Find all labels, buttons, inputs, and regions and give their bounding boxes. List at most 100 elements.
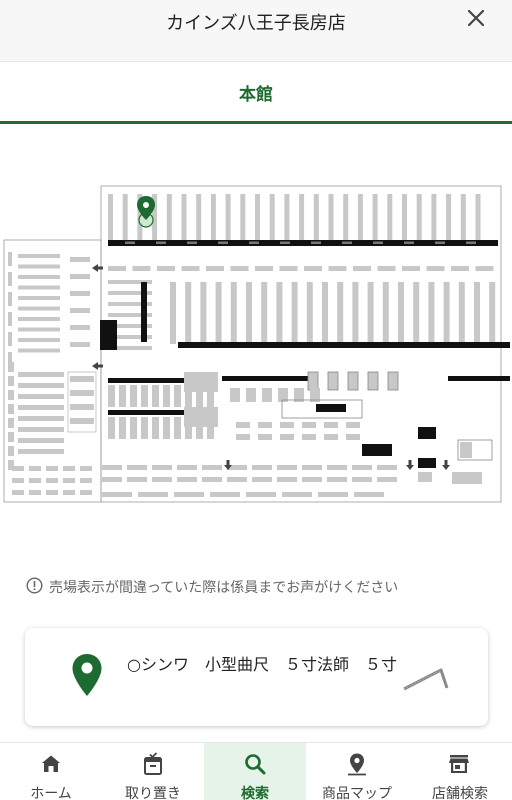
floor-map[interactable]: [0, 182, 512, 507]
notice: 売場表示が間違っていた際は係員までお声がけください: [26, 575, 496, 597]
map-shelf: [230, 388, 240, 402]
map-shelf: [202, 477, 222, 482]
map-shelf: [18, 327, 60, 332]
tab-main-building[interactable]: 本館: [0, 62, 512, 124]
map-shelf: [119, 417, 126, 439]
map-shelf: [8, 292, 12, 306]
map-shelf: [475, 194, 481, 240]
map-shelf: [163, 385, 170, 407]
map-shelf: [377, 477, 397, 482]
map-shelf: [18, 306, 60, 311]
map-shelf: [70, 404, 94, 410]
map-shelf: [122, 194, 128, 240]
map-shelf: [157, 266, 175, 271]
map-shelf: [102, 465, 122, 470]
map-shelf: [130, 385, 137, 407]
map-shelf: [8, 376, 14, 386]
map-shelf: [18, 427, 64, 432]
map-shelf: [29, 466, 41, 471]
map-shelf: [280, 422, 294, 428]
floor-map-svg: [3, 185, 510, 503]
nav-label: 取り置き: [125, 786, 181, 800]
map-fixture: [367, 371, 379, 391]
map-shelf: [225, 194, 231, 240]
product-name: ○シンワ 小型曲尺 ５寸法師 ５寸: [127, 655, 397, 674]
map-shelf: [236, 422, 250, 428]
map-fixture: [387, 371, 399, 391]
map-shelf: [413, 282, 420, 344]
map-shelf: [174, 385, 181, 407]
tab-underline: [0, 121, 512, 124]
map-shelf: [277, 477, 297, 482]
map-shelf: [304, 266, 322, 271]
map-counter: [184, 407, 218, 427]
map-shelf: [18, 275, 60, 279]
nav-search[interactable]: 検索: [204, 743, 306, 800]
product-card[interactable]: ○シンワ 小型曲尺 ５寸法師 ５寸: [25, 628, 488, 726]
map-aisle-label: [218, 241, 228, 244]
map-shelf: [377, 266, 396, 271]
nav-store-search[interactable]: 店舗検索: [408, 743, 512, 800]
tab-label: 本館: [239, 85, 273, 105]
map-pin-icon: [348, 753, 366, 776]
map-aisle-label: [187, 241, 197, 244]
map-shelf: [63, 490, 75, 495]
map-shelf: [29, 490, 41, 495]
map-shelf: [252, 477, 272, 482]
map-shelf: [70, 308, 90, 313]
map-shelf: [398, 282, 404, 344]
map-shelf: [63, 478, 75, 483]
map-west-wing-wall: [3, 239, 102, 503]
map-shelf: [416, 194, 422, 240]
map-signboard: [418, 458, 436, 468]
nav-home[interactable]: ホーム: [0, 743, 102, 800]
map-shelf: [12, 466, 24, 471]
direction-arrow-icon: [442, 460, 450, 470]
header: カインズ八王子長房店: [0, 0, 512, 62]
map-shelf: [258, 434, 272, 440]
nav-reserve[interactable]: 取り置き: [102, 743, 204, 800]
notice-text: 売場表示が間違っていた際は係員までお声がけください: [49, 580, 399, 596]
nav-label: 店舗検索: [432, 786, 488, 800]
map-shelf: [18, 338, 60, 342]
nav-product-map[interactable]: 商品マップ: [306, 743, 408, 800]
map-shelf: [402, 266, 420, 271]
map-shelf: [324, 422, 338, 428]
map-aisle-band: [448, 376, 510, 381]
map-aisle-label: [311, 241, 321, 244]
map-shelf: [377, 465, 397, 470]
map-shapes: [3, 185, 510, 503]
map-aisle-band: [178, 342, 510, 348]
map-shelf: [206, 266, 224, 271]
map-shelf: [80, 466, 92, 471]
map-shelf: [227, 477, 247, 482]
map-shelf: [240, 194, 246, 240]
bottom-nav: ホーム 取り置き 検索 商品マップ 店舗検索: [0, 742, 512, 800]
map-signboard: [362, 444, 392, 456]
map-shelf: [269, 194, 275, 240]
close-button[interactable]: [464, 6, 488, 30]
map-shelf: [279, 266, 298, 271]
map-aisle-label: [373, 241, 383, 244]
map-shelf: [352, 282, 359, 344]
map-shelf: [174, 492, 204, 497]
map-shelf: [70, 257, 90, 262]
map-shelf: [70, 418, 94, 424]
map-aisle-label: [156, 241, 166, 244]
map-aisle-label: [280, 241, 290, 244]
map-fixture: [307, 371, 319, 391]
map-shelf: [431, 194, 437, 240]
map-shelf: [46, 490, 58, 495]
map-shelf: [313, 194, 319, 240]
map-shelf: [387, 194, 393, 240]
map-shelf: [177, 477, 197, 482]
map-shelf: [70, 325, 90, 330]
map-shelf: [141, 385, 148, 407]
map-shelf: [46, 466, 58, 471]
map-shelf: [252, 465, 272, 470]
map-shelf: [255, 194, 260, 240]
map-shelf: [302, 434, 316, 440]
map-pin-icon: [72, 654, 102, 696]
nav-label: 検索: [241, 786, 269, 800]
map-shelf: [352, 465, 372, 470]
